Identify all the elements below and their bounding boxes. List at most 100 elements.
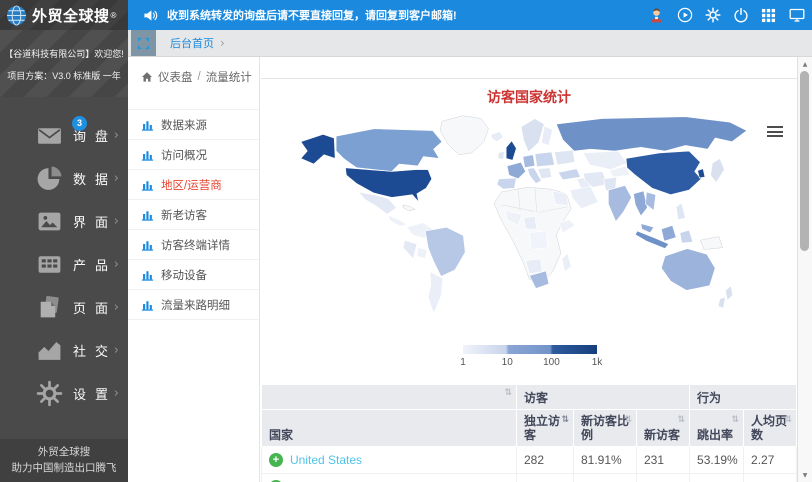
column-header-country[interactable]: 国家 xyxy=(262,410,517,447)
keypad-grid-icon xyxy=(36,251,63,278)
submenu-item-visit-overview[interactable]: 访问概况 xyxy=(128,140,259,170)
country-link[interactable]: United States xyxy=(290,453,362,467)
submenu-item-data-source[interactable]: 数据来源 xyxy=(128,110,259,140)
map-color-legend: 1 10 100 1k xyxy=(463,345,597,354)
sidebar-item-label: 社交 xyxy=(73,341,117,360)
breadcrumb-bar: 后台首页 › xyxy=(128,30,812,57)
country-india[interactable] xyxy=(608,185,631,221)
bar-chart-icon xyxy=(141,268,154,281)
column-header-unique-visitors[interactable]: 独立访客⇅ xyxy=(517,410,574,447)
inquiry-count-badge: 3 xyxy=(72,116,87,131)
main-sidebar: 【谷道科技有限公司】欢迎您! 项目方案：V3.0 标准版 一年 询盘 3 › 数… xyxy=(0,30,128,482)
sort-icon[interactable]: ⇅ xyxy=(561,413,569,427)
cell-new-visitors: 231 xyxy=(637,447,690,474)
submenu-item-mobile-devices[interactable]: 移动设备 xyxy=(128,260,259,290)
group-header-behavior: 行为 xyxy=(690,385,797,410)
grid-menu-icon[interactable] xyxy=(760,7,777,24)
country-stats-table: ⇅ 访客 行为 国家 独立访客⇅ 新访客比例⇅ 新访客⇅ 跳出率⇅ 人均页数⇅ xyxy=(261,384,797,482)
panel-divider xyxy=(261,78,797,79)
group-header-country[interactable]: ⇅ xyxy=(262,385,517,410)
chart-menu-icon[interactable] xyxy=(767,126,783,140)
chevron-right-icon: › xyxy=(114,171,119,186)
sidebar-item-inquiry[interactable]: 询盘 3 › xyxy=(0,114,128,157)
sidebar-item-page[interactable]: 页面 › xyxy=(0,286,128,329)
country-canada[interactable] xyxy=(336,129,442,172)
cell-new-visitor-ratio: 89.62% xyxy=(574,474,637,482)
submenu-item-terminal-details[interactable]: 访客终端详情 xyxy=(128,230,259,260)
bar-chart-icon xyxy=(141,238,154,251)
scrollbar-thumb[interactable] xyxy=(800,71,809,251)
sort-icon[interactable]: ⇅ xyxy=(784,413,792,427)
legend-tick: 1 xyxy=(460,357,466,368)
sort-icon[interactable]: ⇅ xyxy=(731,413,739,427)
breadcrumb-home-link[interactable]: 后台首页 xyxy=(170,35,214,51)
fullscreen-toggle-button[interactable] xyxy=(131,30,156,56)
country-brazil[interactable] xyxy=(425,227,465,276)
submenu-item-label: 移动设备 xyxy=(161,267,207,283)
app-logo[interactable]: 外贸全球搜 ® xyxy=(0,0,128,30)
sort-icon[interactable]: ⇅ xyxy=(677,413,685,427)
country-united-kingdom[interactable] xyxy=(506,141,516,161)
play-circle-icon[interactable] xyxy=(676,7,693,24)
cell-pages-per-visit: 2.27 xyxy=(744,447,797,474)
visitor-world-map[interactable] xyxy=(295,112,760,335)
sidebar-item-settings[interactable]: 设置 › xyxy=(0,372,128,415)
submenu-item-traffic-source-details[interactable]: 流量来路明细 xyxy=(128,290,259,320)
monitor-icon[interactable] xyxy=(788,7,805,24)
sidebar-item-data[interactable]: 数据 › xyxy=(0,157,128,200)
country-japan[interactable] xyxy=(711,158,725,182)
country-australia[interactable] xyxy=(661,249,715,291)
submenu-item-label: 访客终端详情 xyxy=(161,237,230,253)
topbar-notice-area: 收到系统转发的询盘后请不要直接回复，请回复到客户邮箱! xyxy=(128,0,812,30)
country-russia[interactable] xyxy=(556,117,746,151)
submenu-list: 数据来源 访问概况 地区/运营商 新老访客 访客终端详情 移动设备 xyxy=(128,109,259,320)
sidebar-item-product[interactable]: 产品 › xyxy=(0,243,128,286)
bar-chart-icon xyxy=(141,118,154,131)
sidebar-item-interface[interactable]: 界面 › xyxy=(0,200,128,243)
user-avatar[interactable] xyxy=(648,7,665,24)
chart-title: 访客国家统计 xyxy=(261,87,797,107)
footer-slogan-text: 助力中国制造出口腾飞 xyxy=(0,460,128,476)
column-header-pages-per-visit[interactable]: 人均页数⇅ xyxy=(744,410,797,447)
chevron-right-icon: › xyxy=(114,128,119,143)
column-header-new-visitor-ratio[interactable]: 新访客比例⇅ xyxy=(574,410,637,447)
sort-icon[interactable]: ⇅ xyxy=(504,388,512,398)
dashboard-home-icon xyxy=(141,71,153,83)
system-notice-text: 收到系统转发的询盘后请不要直接回复，请回复到客户邮箱! xyxy=(167,7,457,23)
submenu-breadcrumb: 仪表盘 / 流量统计 xyxy=(128,57,259,85)
column-header-new-visitors[interactable]: 新访客⇅ xyxy=(637,410,690,447)
country-france[interactable] xyxy=(507,162,526,179)
submenu-item-label: 流量来路明细 xyxy=(161,297,230,313)
account-welcome-block: 【谷道科技有限公司】欢迎您! 项目方案：V3.0 标准版 一年 xyxy=(0,30,128,97)
country-germany[interactable] xyxy=(523,155,535,168)
sort-icon[interactable]: ⇅ xyxy=(624,413,632,427)
main-content: 访客国家统计 xyxy=(261,57,797,482)
country-china[interactable] xyxy=(626,151,701,195)
submenu-item-new-old-visitors[interactable]: 新老访客 xyxy=(128,200,259,230)
globe-logo-icon xyxy=(6,5,27,26)
column-header-bounce-rate[interactable]: 跳出率⇅ xyxy=(690,410,744,447)
app-window: 外贸全球搜 ® 收到系统转发的询盘后请不要直接回复，请回复到客户邮箱! xyxy=(0,0,812,482)
country-united-states-alaska[interactable] xyxy=(301,134,335,164)
country-greenland[interactable] xyxy=(440,116,488,155)
scroll-up-arrow[interactable]: ▲ xyxy=(798,57,812,68)
pie-chart-icon xyxy=(36,165,63,192)
company-welcome-text: 【谷道科技有限公司】欢迎您! xyxy=(2,43,126,65)
power-icon[interactable] xyxy=(732,7,749,24)
cell-bounce-rate: 53.19% xyxy=(690,447,744,474)
country-argentina[interactable] xyxy=(428,272,443,314)
submenu-breadcrumb-root[interactable]: 仪表盘 xyxy=(158,69,193,85)
area-chart-icon xyxy=(36,337,63,364)
submenu-item-region-carrier[interactable]: 地区/运营商 xyxy=(128,170,259,200)
plan-info-text: 项目方案：V3.0 标准版 一年 xyxy=(2,65,126,87)
table-row: + United Kingdom 106 89.62% 95 79.26% 1.… xyxy=(262,474,797,482)
expand-row-button[interactable]: + xyxy=(269,453,283,467)
topbar-icons xyxy=(648,0,808,30)
vertical-scrollbar[interactable]: ▲ ▼ xyxy=(797,57,812,482)
country-united-states[interactable] xyxy=(345,168,431,202)
legend-tick: 100 xyxy=(543,357,560,368)
scroll-down-arrow[interactable]: ▼ xyxy=(798,472,812,479)
gear-icon[interactable] xyxy=(704,7,721,24)
sidebar-item-social[interactable]: 社交 › xyxy=(0,329,128,372)
expand-arrows-icon xyxy=(137,37,150,50)
